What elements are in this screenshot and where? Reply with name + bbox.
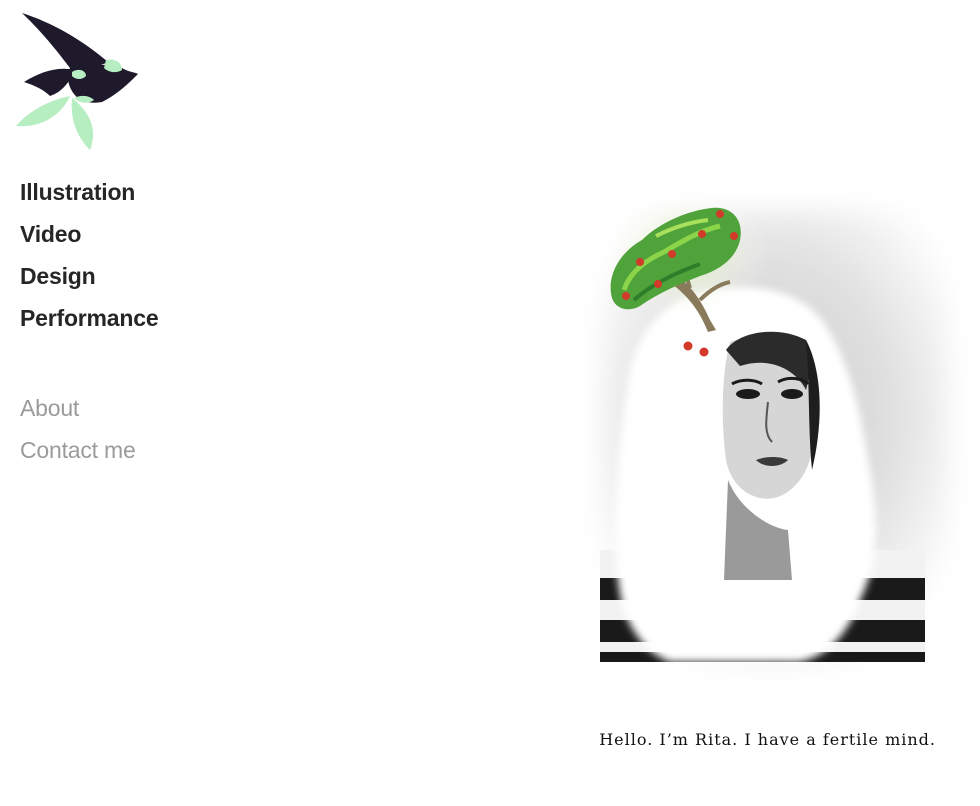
primary-navigation: Illustration Video Design Performance [20,175,159,343]
nav-item-illustration[interactable]: Illustration [20,175,158,217]
portrait-illustration [600,190,950,670]
hero-illustration [560,180,970,680]
nav-item-contact-me[interactable]: Contact me [20,433,136,475]
secondary-navigation: About Contact me [20,391,136,475]
site-logo[interactable] [10,10,145,155]
nav-item-video[interactable]: Video [20,217,158,259]
nav-item-about[interactable]: About [20,391,136,433]
nav-item-performance[interactable]: Performance [20,301,159,343]
nav-item-design[interactable]: Design [20,259,158,301]
hero-tagline: Hello. I’m Rita. I have a fertile mind. [599,730,936,749]
bird-leaf-logo-icon [16,13,138,150]
